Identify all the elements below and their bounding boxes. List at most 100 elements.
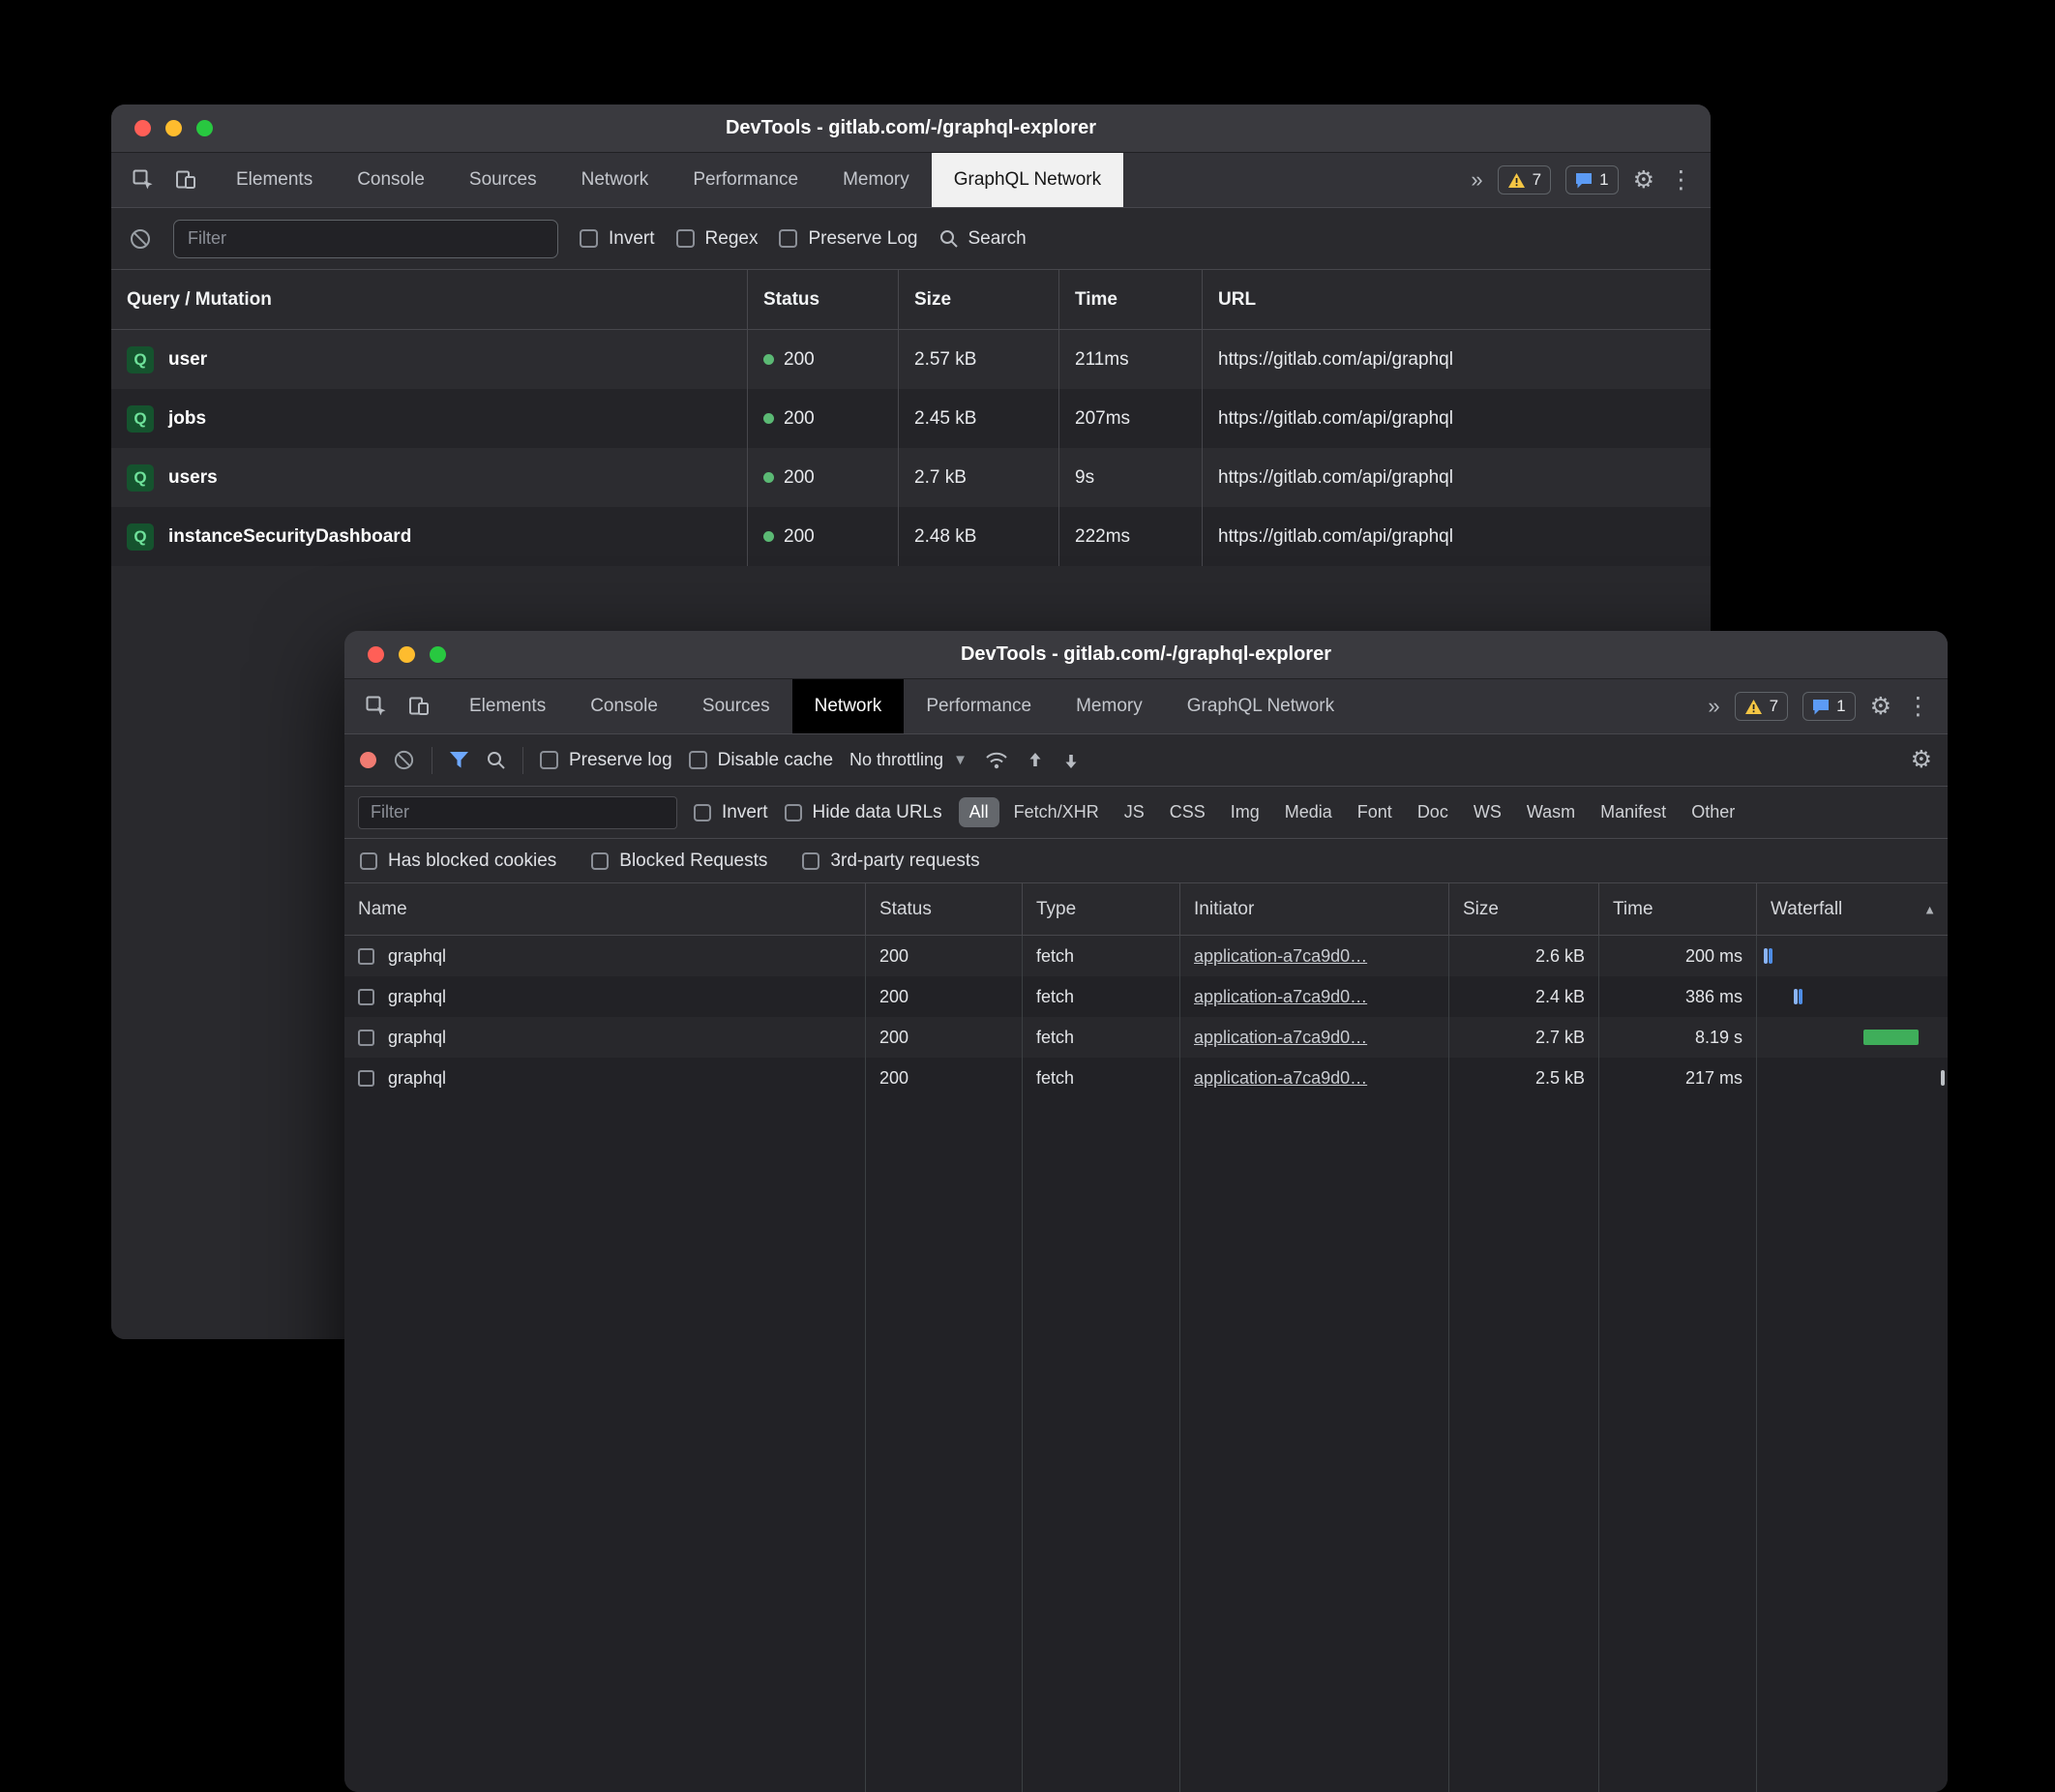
tab-sources[interactable]: Sources — [680, 679, 792, 733]
zoom-button[interactable] — [196, 120, 213, 136]
disable-cache-checkbox[interactable]: Disable cache — [689, 750, 833, 771]
initiator-link[interactable]: application-a7ca9d0… — [1194, 1068, 1367, 1089]
col-type[interactable]: Type — [1022, 883, 1179, 935]
waterfall-cell[interactable] — [1756, 976, 1948, 1017]
tab-elements[interactable]: Elements — [447, 679, 568, 733]
tab-performance[interactable]: Performance — [670, 153, 820, 207]
clear-icon[interactable] — [393, 749, 415, 771]
zoom-button[interactable] — [430, 646, 446, 663]
col-time[interactable]: Time — [1058, 270, 1202, 329]
table-row[interactable]: QinstanceSecurityDashboard 200 2.48 kB 2… — [111, 507, 1711, 566]
inspect-icon[interactable] — [125, 162, 162, 198]
chip-img[interactable]: Img — [1220, 797, 1270, 827]
initiator-link[interactable]: application-a7ca9d0… — [1194, 946, 1367, 967]
checkbox-box[interactable] — [779, 229, 797, 248]
chip-all[interactable]: All — [959, 797, 999, 827]
filter-input[interactable] — [173, 220, 558, 258]
chip-other[interactable]: Other — [1681, 797, 1745, 827]
preserve-log-checkbox[interactable]: Preserve log — [540, 750, 672, 771]
chip-manifest[interactable]: Manifest — [1590, 797, 1677, 827]
chip-doc[interactable]: Doc — [1407, 797, 1459, 827]
checkbox-box[interactable] — [694, 804, 711, 821]
row-checkbox[interactable] — [358, 1030, 374, 1046]
initiator-link[interactable]: application-a7ca9d0… — [1194, 987, 1367, 1007]
record-icon[interactable] — [360, 752, 376, 768]
issues-badge[interactable]: 1 — [1565, 165, 1618, 194]
checkbox-box[interactable] — [676, 229, 695, 248]
request-row[interactable]: graphql 200 fetch application-a7ca9d0… 2… — [344, 936, 1948, 976]
chip-js[interactable]: JS — [1114, 797, 1155, 827]
invert-checkbox[interactable]: Invert — [580, 228, 655, 250]
row-checkbox[interactable] — [358, 948, 374, 965]
tab-console[interactable]: Console — [568, 679, 680, 733]
table-row[interactable]: Qjobs 200 2.45 kB 207ms https://gitlab.c… — [111, 389, 1711, 448]
chip-ws[interactable]: WS — [1463, 797, 1512, 827]
chip-css[interactable]: CSS — [1159, 797, 1216, 827]
export-har-icon[interactable] — [1061, 751, 1081, 770]
tab-graphql-network[interactable]: GraphQL Network — [932, 153, 1123, 207]
has-blocked-cookies-checkbox[interactable]: Has blocked cookies — [360, 851, 556, 872]
col-status[interactable]: Status — [747, 270, 898, 329]
checkbox-box[interactable] — [580, 229, 598, 248]
tab-elements[interactable]: Elements — [214, 153, 335, 207]
col-size[interactable]: Size — [898, 270, 1058, 329]
table-row[interactable]: Qusers 200 2.7 kB 9s https://gitlab.com/… — [111, 448, 1711, 507]
col-waterfall[interactable]: Waterfall▲ — [1756, 883, 1948, 935]
more-tabs-icon[interactable]: » — [1708, 694, 1719, 719]
tab-memory[interactable]: Memory — [820, 153, 932, 207]
table-row[interactable]: Quser 200 2.57 kB 211ms https://gitlab.c… — [111, 330, 1711, 389]
request-row[interactable]: graphql 200 fetch application-a7ca9d0… 2… — [344, 1058, 1948, 1098]
close-button[interactable] — [368, 646, 384, 663]
chip-fetch-xhr[interactable]: Fetch/XHR — [1003, 797, 1110, 827]
warnings-badge[interactable]: 7 — [1735, 692, 1788, 721]
hide-data-urls-checkbox[interactable]: Hide data URLs — [785, 802, 942, 823]
more-tabs-icon[interactable]: » — [1471, 167, 1482, 193]
checkbox-box[interactable] — [540, 751, 558, 769]
settings-gear-icon[interactable]: ⚙ — [1633, 168, 1654, 193]
initiator-link[interactable]: application-a7ca9d0… — [1194, 1028, 1367, 1048]
issues-badge[interactable]: 1 — [1802, 692, 1855, 721]
waterfall-cell[interactable] — [1756, 1058, 1948, 1098]
tab-memory[interactable]: Memory — [1054, 679, 1165, 733]
chip-wasm[interactable]: Wasm — [1516, 797, 1586, 827]
tab-performance[interactable]: Performance — [904, 679, 1054, 733]
checkbox-box[interactable] — [689, 751, 707, 769]
tab-network[interactable]: Network — [559, 153, 671, 207]
regex-checkbox[interactable]: Regex — [676, 228, 759, 250]
row-checkbox[interactable] — [358, 1070, 374, 1087]
network-settings-gear-icon[interactable]: ⚙ — [1911, 748, 1932, 772]
import-har-icon[interactable] — [1026, 751, 1045, 770]
col-query-mutation[interactable]: Query / Mutation — [111, 270, 747, 329]
checkbox-box[interactable] — [785, 804, 802, 821]
checkbox-box[interactable] — [802, 852, 819, 870]
chip-font[interactable]: Font — [1347, 797, 1403, 827]
minimize-button[interactable] — [399, 646, 415, 663]
col-time[interactable]: Time — [1598, 883, 1756, 935]
titlebar[interactable]: DevTools - gitlab.com/-/graphql-explorer — [344, 631, 1948, 679]
kebab-menu-icon[interactable]: ⋮ — [1906, 695, 1930, 719]
throttling-dropdown[interactable]: No throttling ▼ — [849, 750, 968, 770]
network-conditions-icon[interactable] — [984, 751, 1009, 770]
search-toggle[interactable]: Search — [938, 228, 1026, 250]
filter-funnel-icon[interactable] — [449, 751, 469, 769]
tab-sources[interactable]: Sources — [447, 153, 559, 207]
minimize-button[interactable] — [165, 120, 182, 136]
col-status[interactable]: Status — [865, 883, 1022, 935]
warnings-badge[interactable]: 7 — [1498, 165, 1551, 194]
col-size[interactable]: Size — [1448, 883, 1598, 935]
chip-media[interactable]: Media — [1274, 797, 1343, 827]
request-row[interactable]: graphql 200 fetch application-a7ca9d0… 2… — [344, 976, 1948, 1017]
block-icon[interactable] — [129, 227, 152, 251]
waterfall-cell[interactable] — [1756, 936, 1948, 976]
checkbox-box[interactable] — [591, 852, 609, 870]
col-name[interactable]: Name — [344, 883, 865, 935]
device-toolbar-icon[interactable] — [401, 688, 437, 725]
tab-console[interactable]: Console — [335, 153, 447, 207]
third-party-requests-checkbox[interactable]: 3rd-party requests — [802, 851, 979, 872]
close-button[interactable] — [134, 120, 151, 136]
col-initiator[interactable]: Initiator — [1179, 883, 1448, 935]
filter-input[interactable] — [358, 796, 677, 829]
device-toolbar-icon[interactable] — [167, 162, 204, 198]
inspect-icon[interactable] — [358, 688, 395, 725]
search-icon[interactable] — [486, 750, 506, 770]
